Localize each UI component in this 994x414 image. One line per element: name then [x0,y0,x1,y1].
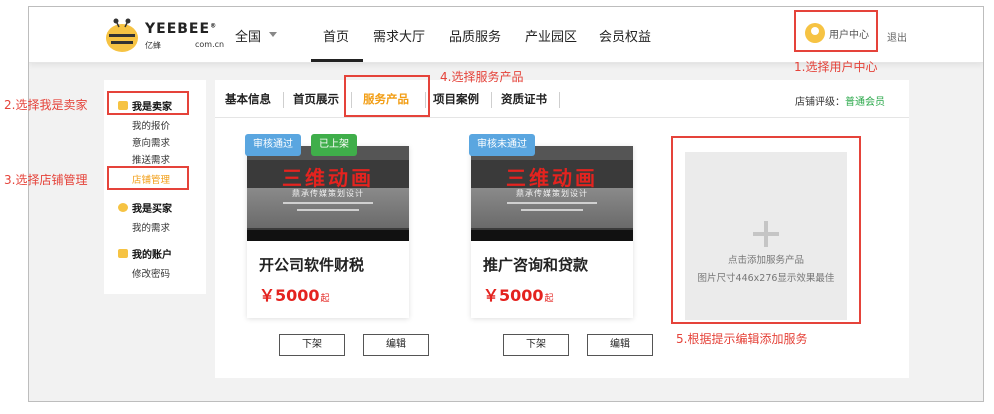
account-icon [118,249,128,258]
annotation-box-service-products [344,75,430,117]
product-name: 开公司软件财税 [259,256,365,274]
tab-divider [559,92,560,108]
tab-divider [491,92,492,108]
image-subtitle: 鼎承传媒策划设计 [292,189,364,198]
logo-subtitle: 亿蜂 [145,41,161,50]
annotation-box-user-center [794,10,878,52]
annotation-box-shop-management [107,166,189,190]
buyer-icon [118,203,128,212]
edit-button[interactable]: 编辑 [587,334,653,356]
sidebar-group-account[interactable]: 我的账户 [118,246,172,261]
sidebar-group-buyer[interactable]: 我是买家 [118,200,172,215]
nav-home[interactable]: 首页 [323,26,349,45]
nav-industrial-park[interactable]: 产业园区 [525,26,577,45]
sidebar-group-label: 我的账户 [132,250,172,261]
product-card[interactable]: 三维动画 鼎承传媒策划设计 审核通过 已上架 开公司软件财税 ￥5000起 [245,134,409,318]
tab-project-cases[interactable]: 项目案例 [433,91,479,107]
shop-rating-value: 普通会员 [845,97,885,108]
nav-member-benefits[interactable]: 会员权益 [599,26,651,45]
status-badge-listed: 已上架 [311,134,357,156]
nav-demand-hall[interactable]: 需求大厅 [373,26,425,45]
product-image: 三维动画 鼎承传媒策划设计 [471,146,633,241]
tab-qualifications[interactable]: 资质证书 [501,91,547,107]
sidebar-group-label: 我是买家 [132,204,172,215]
product-price: ￥5000起 [483,286,554,305]
annotation-step-3: 3.选择店铺管理 [4,173,88,187]
annotation-step-5: 5.根据提示编辑添加服务 [676,332,808,346]
shop-rating: 店铺评级：普通会员 [795,97,885,108]
sidebar-item-push-demand[interactable]: 推送需求 [132,152,170,166]
tab-basic-info[interactable]: 基本信息 [225,91,271,107]
annotation-step-2: 2.选择我是卖家 [4,98,88,112]
tab-divider [283,92,284,108]
product-image: 三维动画 鼎承传媒策划设计 [247,146,409,241]
region-selector[interactable]: 全国 [235,26,261,45]
nav-quality-service[interactable]: 品质服务 [449,26,501,45]
annotation-step-1: 1.选择用户中心 [794,60,878,74]
sidebar-item-my-demand[interactable]: 我的需求 [132,220,170,234]
logo-wordmark: YEEBEE® [145,21,218,37]
product-name: 推广咨询和贷款 [483,256,589,274]
edit-button[interactable]: 编辑 [363,334,429,356]
tab-bar: 基本信息 首页展示 服务产品 项目案例 资质证书 店铺评级：普通会员 [215,80,909,118]
annotation-box-add-service [671,136,861,324]
image-title: 三维动画 [506,166,598,190]
chevron-down-icon[interactable] [269,32,277,37]
delist-button[interactable]: 下架 [503,334,569,356]
sidebar-item-intent-demand[interactable]: 意向需求 [132,135,170,149]
annotation-box-seller [107,91,189,115]
logo-domain: com.cn [195,40,225,49]
product-card[interactable]: 三维动画 鼎承传媒策划设计 审核未通过 推广咨询和贷款 ￥5000起 [469,134,633,318]
image-title: 三维动画 [282,166,374,190]
tab-homepage-display[interactable]: 首页展示 [293,91,339,107]
nav-active-indicator [311,59,363,62]
logout-link[interactable]: 退出 [887,29,907,44]
product-price: ￥5000起 [259,286,330,305]
delist-button[interactable]: 下架 [279,334,345,356]
bee-logo-icon [106,18,138,52]
status-badge-rejected: 审核未通过 [469,134,535,156]
sidebar-item-change-password[interactable]: 修改密码 [132,266,170,280]
sidebar-item-my-quotes[interactable]: 我的报价 [132,118,170,132]
status-badge-approved: 审核通过 [245,134,301,156]
image-subtitle: 鼎承传媒策划设计 [516,189,588,198]
logo[interactable]: YEEBEE® 亿蜂 com.cn [103,16,243,54]
annotation-step-4: 4.选择服务产品 [440,70,524,84]
